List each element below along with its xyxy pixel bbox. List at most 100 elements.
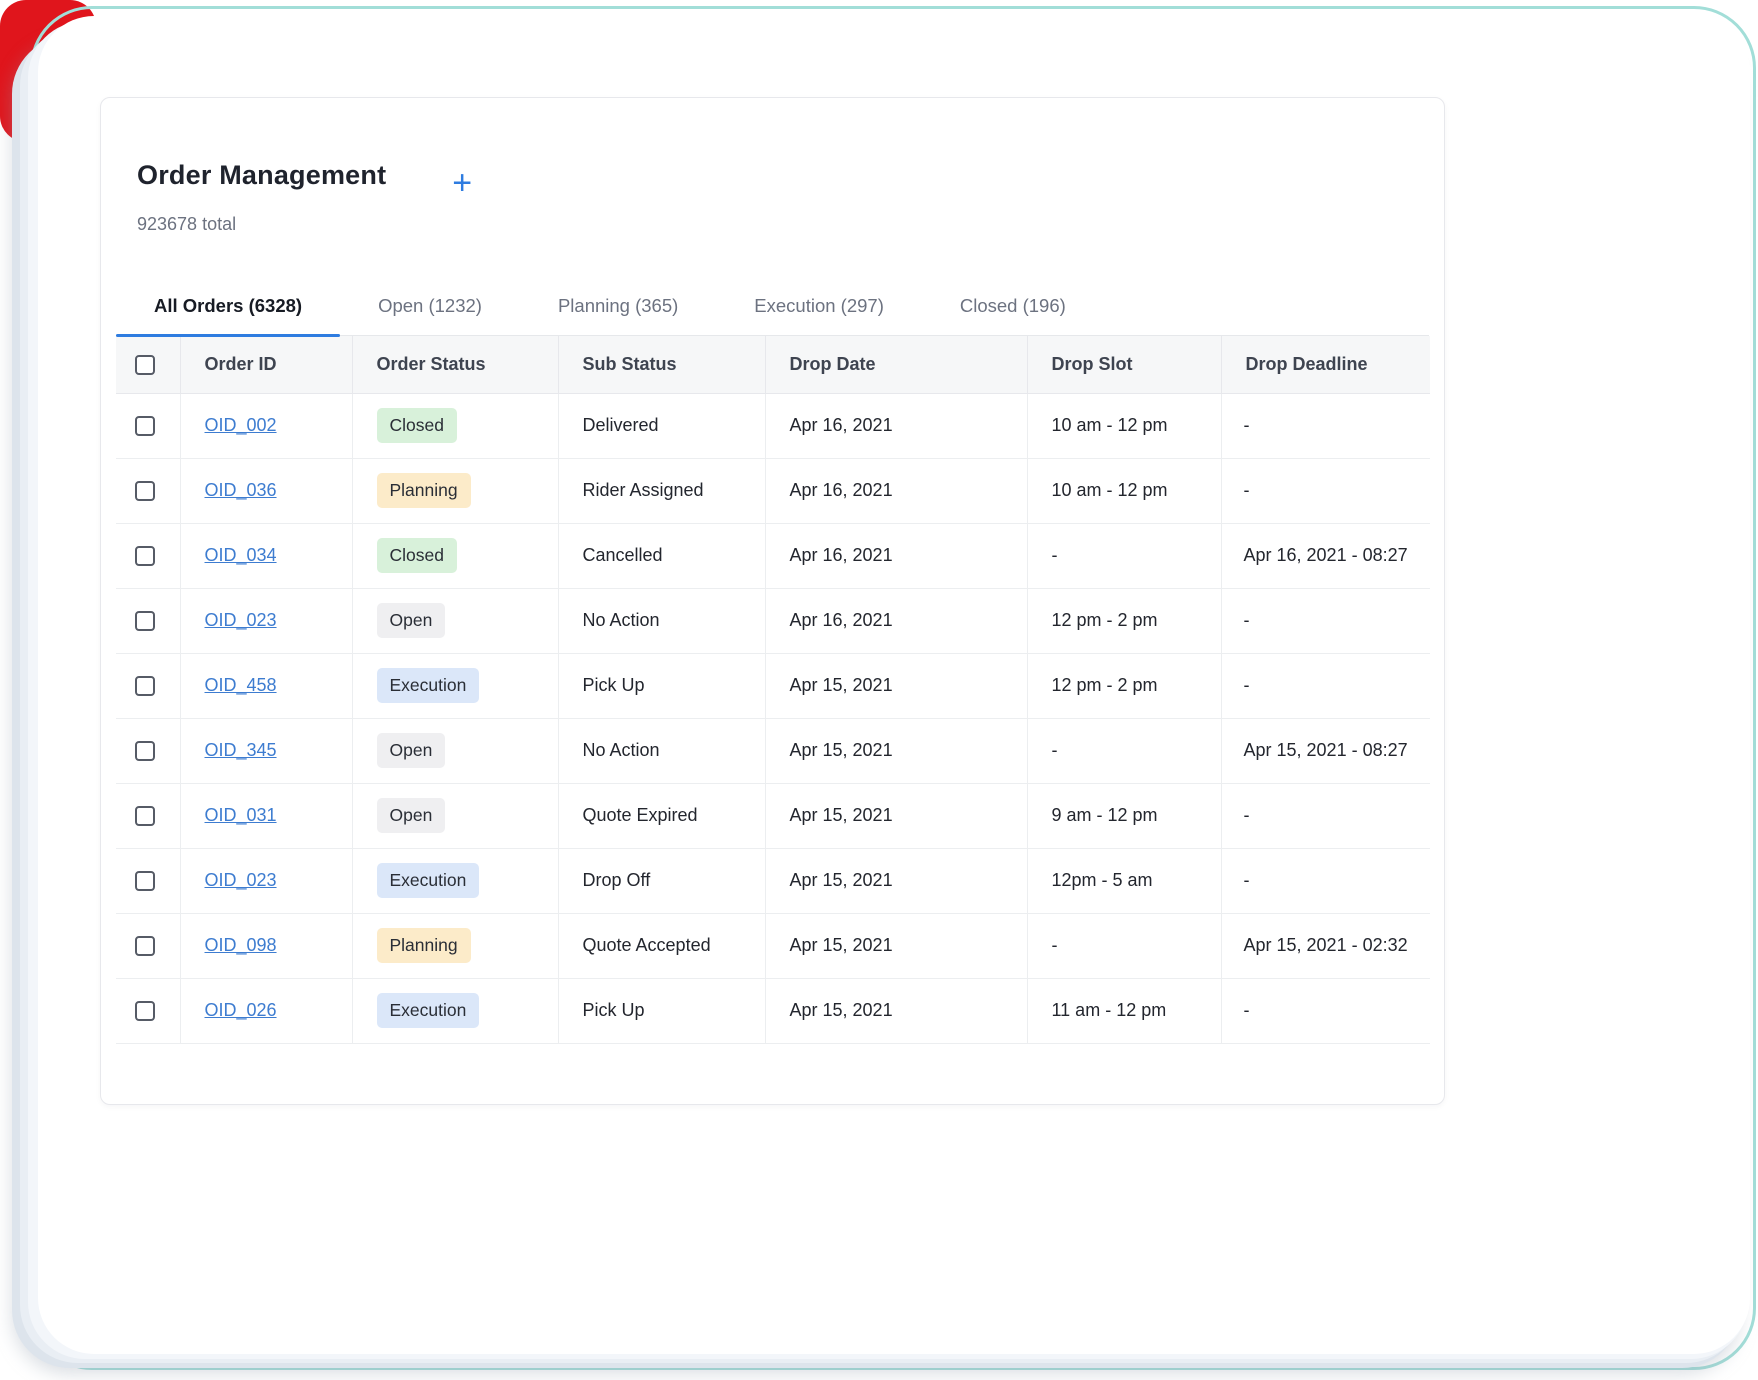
drop-date-cell: Apr 16, 2021 [765,458,1027,523]
drop-date-cell: Apr 15, 2021 [765,848,1027,913]
sub-status-cell: No Action [558,718,765,783]
row-checkbox[interactable] [135,611,155,631]
order-id-link[interactable]: OID_026 [205,1000,277,1020]
drop-date-cell: Apr 16, 2021 [765,588,1027,653]
order-id-link[interactable]: OID_036 [205,480,277,500]
orders-table: Order ID Order Status Sub Status Drop Da… [116,336,1430,1044]
order-id-cell: OID_023 [180,588,352,653]
order-id-cell: OID_458 [180,653,352,718]
drop-slot-cell: - [1027,913,1221,978]
drop-date-cell: Apr 15, 2021 [765,978,1027,1043]
order-id-link[interactable]: OID_031 [205,805,277,825]
row-checkbox[interactable] [135,806,155,826]
order-id-link[interactable]: OID_023 [205,870,277,890]
table-row: OID_026 Execution Pick Up Apr 15, 2021 1… [116,978,1430,1043]
row-select-cell [116,393,180,458]
add-order-button[interactable]: + [444,164,480,202]
row-select-cell [116,848,180,913]
row-checkbox[interactable] [135,741,155,761]
table-header-row: Order ID Order Status Sub Status Drop Da… [116,336,1430,393]
order-id-cell: OID_002 [180,393,352,458]
table-row: OID_345 Open No Action Apr 15, 2021 - Ap… [116,718,1430,783]
drop-slot-cell: 10 am - 12 pm [1027,458,1221,523]
sub-status-cell: Cancelled [558,523,765,588]
order-id-cell: OID_034 [180,523,352,588]
order-status-badge: Execution [377,863,480,898]
select-all-checkbox[interactable] [135,355,155,375]
drop-deadline-cell: - [1221,848,1430,913]
select-all-header-cell [116,336,180,393]
column-header-order-status: Order Status [352,336,558,393]
table-row: OID_034 Closed Cancelled Apr 16, 2021 - … [116,523,1430,588]
column-header-sub-status: Sub Status [558,336,765,393]
order-status-badge: Closed [377,538,457,573]
order-id-cell: OID_023 [180,848,352,913]
drop-date-cell: Apr 16, 2021 [765,523,1027,588]
row-checkbox[interactable] [135,1001,155,1021]
drop-slot-cell: - [1027,718,1221,783]
order-status-badge: Execution [377,993,480,1028]
column-header-drop-date: Drop Date [765,336,1027,393]
row-select-cell [116,978,180,1043]
table-row: OID_023 Open No Action Apr 16, 2021 12 p… [116,588,1430,653]
drop-deadline-cell: - [1221,783,1430,848]
order-status-cell: Closed [352,393,558,458]
order-status-cell: Closed [352,523,558,588]
order-id-link[interactable]: OID_023 [205,610,277,630]
row-select-cell [116,718,180,783]
order-id-cell: OID_026 [180,978,352,1043]
order-id-cell: OID_098 [180,913,352,978]
drop-date-cell: Apr 15, 2021 [765,653,1027,718]
sub-status-cell: Rider Assigned [558,458,765,523]
sub-status-cell: Pick Up [558,653,765,718]
drop-slot-cell: 10 am - 12 pm [1027,393,1221,458]
tab-execution[interactable]: Execution (297) [716,275,922,335]
sub-status-cell: Drop Off [558,848,765,913]
order-id-link[interactable]: OID_345 [205,740,277,760]
order-status-badge: Planning [377,473,471,508]
order-status-badge: Closed [377,408,457,443]
order-id-link[interactable]: OID_458 [205,675,277,695]
order-status-badge: Open [377,733,446,768]
order-id-link[interactable]: OID_002 [205,415,277,435]
tab-all-orders[interactable]: All Orders (6328) [116,275,340,335]
drop-deadline-cell: Apr 16, 2021 - 08:27 [1221,523,1430,588]
card-header: Order Management + 923678 total [101,98,1444,235]
row-checkbox[interactable] [135,416,155,436]
drop-slot-cell: 12 pm - 2 pm [1027,588,1221,653]
row-checkbox[interactable] [135,546,155,566]
order-id-link[interactable]: OID_098 [205,935,277,955]
table-row: OID_002 Closed Delivered Apr 16, 2021 10… [116,393,1430,458]
row-select-cell [116,588,180,653]
order-total-count: 923678 total [137,214,1408,235]
tab-open[interactable]: Open (1232) [340,275,520,335]
order-id-cell: OID_036 [180,458,352,523]
sub-status-cell: Quote Accepted [558,913,765,978]
order-status-cell: Open [352,718,558,783]
order-status-cell: Planning [352,458,558,523]
order-id-cell: OID_031 [180,783,352,848]
order-status-cell: Planning [352,913,558,978]
table-row: OID_023 Execution Drop Off Apr 15, 2021 … [116,848,1430,913]
drop-slot-cell: 12 pm - 2 pm [1027,653,1221,718]
row-checkbox[interactable] [135,936,155,956]
row-select-cell [116,523,180,588]
row-checkbox[interactable] [135,676,155,696]
order-status-cell: Execution [352,653,558,718]
order-status-badge: Open [377,603,446,638]
order-status-cell: Open [352,783,558,848]
drop-deadline-cell: - [1221,653,1430,718]
tab-planning[interactable]: Planning (365) [520,275,716,335]
row-checkbox[interactable] [135,871,155,891]
drop-slot-cell: 12pm - 5 am [1027,848,1221,913]
row-checkbox[interactable] [135,481,155,501]
drop-slot-cell: 11 am - 12 pm [1027,978,1221,1043]
tab-closed[interactable]: Closed (196) [922,275,1104,335]
order-status-cell: Execution [352,978,558,1043]
order-id-link[interactable]: OID_034 [205,545,277,565]
sub-status-cell: No Action [558,588,765,653]
order-status-badge: Execution [377,668,480,703]
drop-date-cell: Apr 15, 2021 [765,913,1027,978]
sub-status-cell: Quote Expired [558,783,765,848]
table-row: OID_031 Open Quote Expired Apr 15, 2021 … [116,783,1430,848]
